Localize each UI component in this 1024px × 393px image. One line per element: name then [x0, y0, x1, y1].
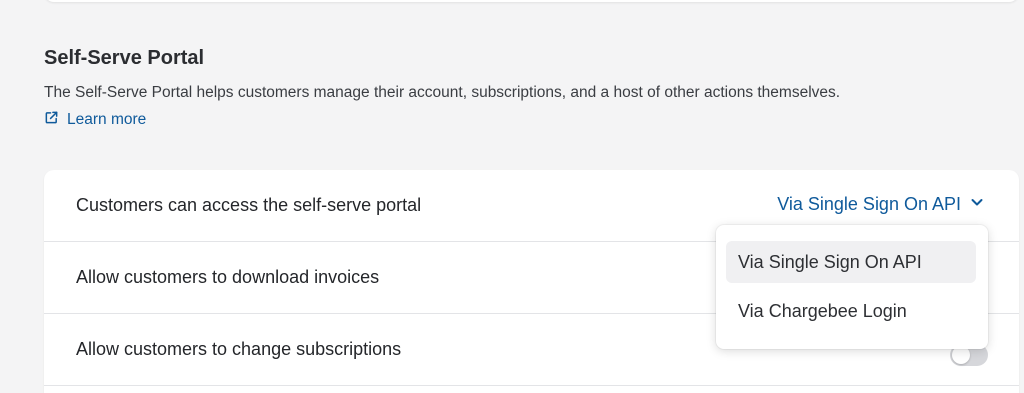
external-link-icon — [44, 110, 59, 130]
page: Self-Serve Portal The Self-Serve Portal … — [0, 0, 1024, 393]
change-subscriptions-label: Allow customers to change subscriptions — [76, 339, 402, 359]
learn-more-link[interactable]: Learn more — [44, 110, 146, 130]
section-title: Self-Serve Portal — [44, 47, 205, 69]
download-invoices-label: Allow customers to download invoices — [76, 267, 380, 287]
portal-access-select[interactable]: Via Single Sign On API — [777, 194, 985, 215]
previous-card — [44, 0, 1019, 2]
menu-item-single-sign-on-api[interactable]: Via Single Sign On API — [726, 241, 976, 283]
learn-more-label: Learn more — [67, 111, 147, 128]
portal-access-label: Customers can access the self-serve port… — [76, 195, 422, 215]
portal-access-value: Via Single Sign On API — [777, 194, 961, 214]
portal-access-dropdown-menu: Via Single Sign On API Via Chargebee Log… — [716, 225, 988, 349]
menu-item-chargebee-login[interactable]: Via Chargebee Login — [726, 290, 976, 332]
section-description: The Self-Serve Portal helps customers ma… — [44, 84, 841, 101]
chevron-down-icon — [969, 194, 985, 215]
